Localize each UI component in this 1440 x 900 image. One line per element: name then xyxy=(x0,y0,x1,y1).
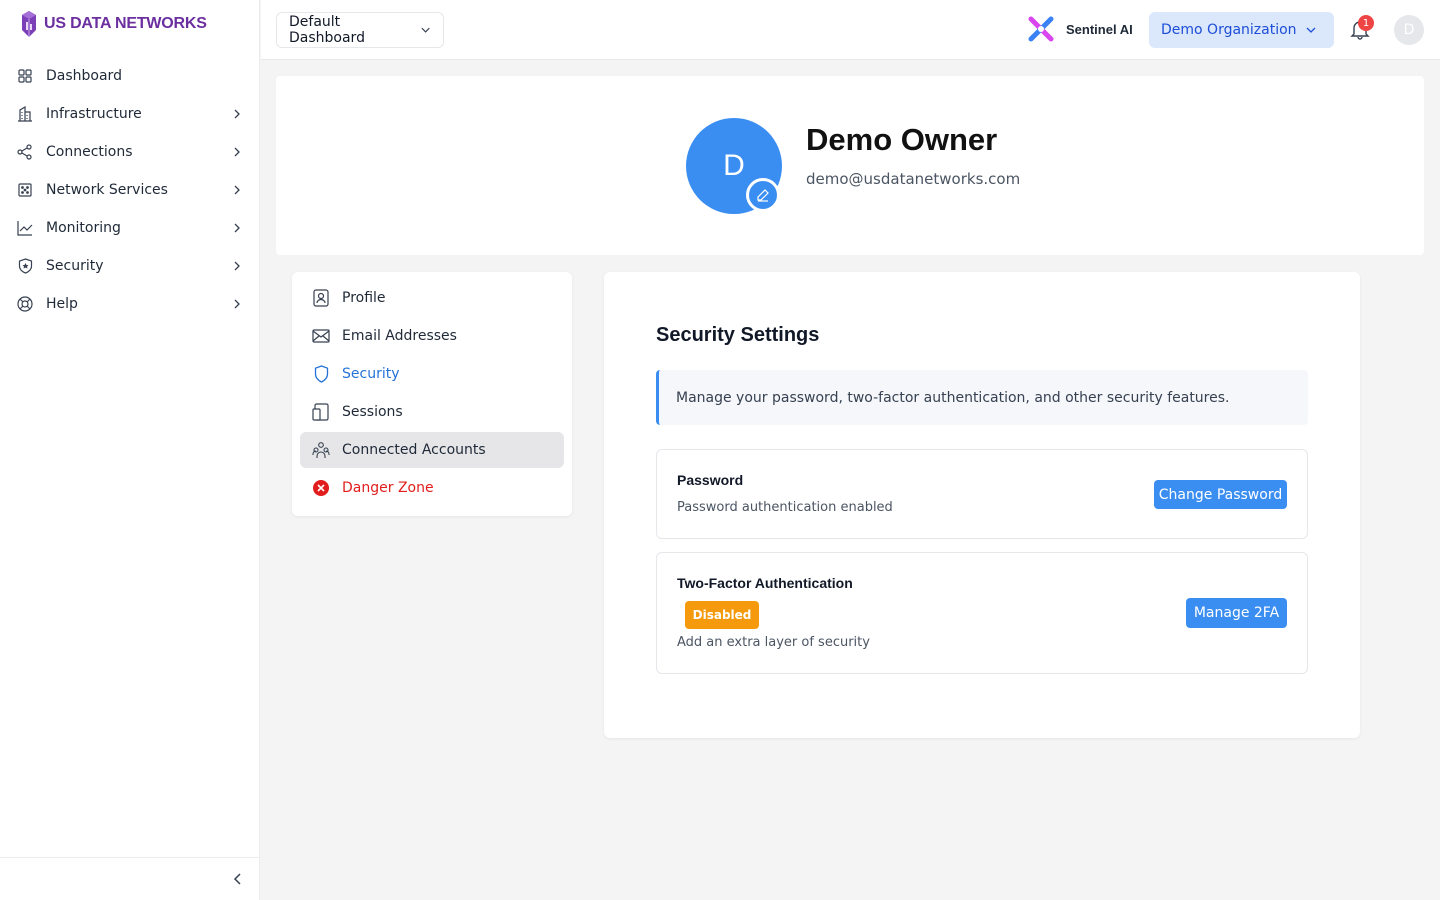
menu-item-label: Connected Accounts xyxy=(342,442,486,458)
two-factor-title: Two-Factor Authentication xyxy=(677,575,853,591)
password-status: Password authentication enabled xyxy=(677,500,893,515)
status-badge: Disabled xyxy=(685,601,759,629)
sidebar-item-connections[interactable]: Connections xyxy=(0,133,260,171)
menu-item-security[interactable]: Security xyxy=(300,356,564,392)
sentinel-label: Sentinel AI xyxy=(1066,21,1133,37)
password-card: Password Password authentication enabled… xyxy=(656,449,1308,539)
chevron-right-icon xyxy=(234,147,240,157)
password-title: Password xyxy=(677,472,744,488)
sidebar-item-label: Connections xyxy=(46,144,133,160)
edit-avatar-button[interactable] xyxy=(746,178,780,212)
top-header: Default Dashboard Sentinel AI Demo Organ… xyxy=(261,0,1440,60)
sidebar-item-label: Infrastructure xyxy=(46,106,142,122)
sidebar-item-label: Dashboard xyxy=(46,68,122,84)
menu-item-email-addresses[interactable]: Email Addresses xyxy=(300,318,564,354)
menu-item-label: Danger Zone xyxy=(342,480,434,496)
users-icon xyxy=(312,441,330,459)
menu-item-connected-accounts[interactable]: Connected Accounts xyxy=(300,432,564,468)
sidebar-item-help[interactable]: Help xyxy=(0,285,260,323)
sidebar-item-infrastructure[interactable]: Infrastructure xyxy=(0,95,260,133)
sidebar-item-network-services[interactable]: Network Services xyxy=(0,171,260,209)
menu-item-danger-zone[interactable]: Danger Zone xyxy=(300,470,564,506)
menu-item-label: Email Addresses xyxy=(342,328,457,344)
menu-item-label: Sessions xyxy=(342,404,403,420)
sidebar-item-label: Help xyxy=(46,296,78,312)
menu-item-label: Security xyxy=(342,366,400,382)
grid-icon xyxy=(17,68,33,84)
brand-logo-icon xyxy=(22,11,36,37)
notification-badge: 1 xyxy=(1358,15,1374,31)
sentinel-ai-button[interactable]: Sentinel AI xyxy=(1028,16,1133,42)
envelope-icon xyxy=(312,327,330,345)
organization-select[interactable]: Demo Organization xyxy=(1149,12,1334,48)
chevron-right-icon xyxy=(234,299,240,309)
menu-item-profile[interactable]: Profile xyxy=(300,280,564,316)
dashboard-select[interactable]: Default Dashboard xyxy=(276,12,444,48)
security-settings-panel: Security Settings Manage your password, … xyxy=(604,272,1360,738)
section-title: Security Settings xyxy=(656,324,820,346)
devices-icon xyxy=(312,403,330,421)
profile-email: demo@usdatanetworks.com xyxy=(806,170,1021,188)
brand-logo[interactable]: US DATA NETWORKS xyxy=(20,10,207,38)
two-factor-subtitle: Add an extra layer of security xyxy=(677,635,870,650)
network-icon xyxy=(17,182,33,198)
menu-item-label: Profile xyxy=(342,290,386,306)
building-icon xyxy=(17,106,33,122)
menu-item-sessions[interactable]: Sessions xyxy=(300,394,564,430)
manage-2fa-button[interactable]: Manage 2FA xyxy=(1186,598,1287,628)
change-password-button[interactable]: Change Password xyxy=(1154,480,1287,509)
user-avatar[interactable]: D xyxy=(1394,15,1424,45)
dashboard-select-value: Default Dashboard xyxy=(289,14,365,46)
sentinel-logo-icon xyxy=(1028,16,1054,42)
sidebar-item-monitoring[interactable]: Monitoring xyxy=(0,209,260,247)
share-icon xyxy=(17,144,33,160)
x-circle-icon xyxy=(312,479,330,497)
sidebar-item-label: Network Services xyxy=(46,182,168,198)
chevron-down-icon xyxy=(421,27,430,33)
chevron-down-icon xyxy=(1306,27,1316,33)
sidebar-item-label: Monitoring xyxy=(46,220,121,236)
chevron-right-icon xyxy=(234,223,240,233)
lifebuoy-icon xyxy=(17,296,33,312)
shield-icon xyxy=(17,258,33,274)
sidebar-footer xyxy=(0,857,260,900)
chevron-right-icon xyxy=(234,109,240,119)
sidebar-item-security[interactable]: Security xyxy=(0,247,260,285)
sidebar: US DATA NETWORKS Dashboard Infrastructur… xyxy=(0,0,260,900)
sidebar-item-dashboard[interactable]: Dashboard xyxy=(0,57,260,95)
chevron-right-icon xyxy=(234,261,240,271)
pencil-icon xyxy=(757,189,769,202)
chevron-right-icon xyxy=(234,185,240,195)
organization-select-value: Demo Organization xyxy=(1161,22,1297,38)
brand-name: US DATA NETWORKS xyxy=(44,15,207,32)
info-callout: Manage your password, two-factor authent… xyxy=(656,370,1308,425)
chevron-left-icon[interactable] xyxy=(230,871,246,887)
shield-icon xyxy=(312,365,330,383)
profile-name: Demo Owner xyxy=(806,122,998,157)
chart-line-icon xyxy=(17,220,33,236)
profile-header-card: D Demo Owner demo@usdatanetworks.com xyxy=(276,76,1424,255)
sidebar-nav: Dashboard Infrastructure Connections Net… xyxy=(0,57,260,323)
two-factor-card: Two-Factor Authentication Disabled Add a… xyxy=(656,552,1308,674)
profile-icon xyxy=(312,289,330,307)
sidebar-item-label: Security xyxy=(46,258,104,274)
settings-menu: Profile Email Addresses Security Session… xyxy=(292,272,572,516)
